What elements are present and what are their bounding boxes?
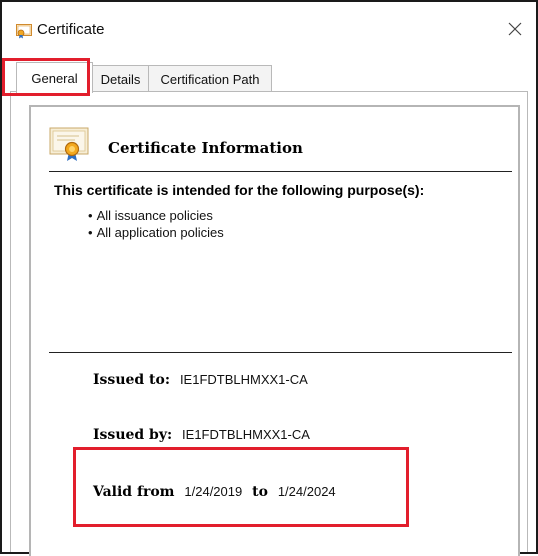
divider-top: [49, 171, 512, 172]
certificate-info-heading: Certificate Information: [108, 139, 303, 157]
issued-to-row: Issued to: IE1FDTBLHMXX1-CA: [93, 371, 308, 388]
certificate-dialog: Certificate General Details Certificatio…: [0, 0, 538, 556]
valid-from-label: Valid from: [93, 484, 175, 500]
purpose-list: All issuance policies All application po…: [88, 207, 224, 241]
tab-certification-path[interactable]: Certification Path: [148, 65, 272, 92]
close-button[interactable]: [502, 16, 528, 42]
close-icon: [508, 22, 522, 36]
valid-to-value: 1/24/2024: [277, 484, 336, 499]
issued-to-label: Issued to:: [93, 372, 171, 388]
tab-details-label: Details: [100, 71, 141, 87]
title-bar: Certificate: [2, 2, 536, 60]
issued-by-value[interactable]: IE1FDTBLHMXX1-CA: [182, 427, 310, 442]
valid-from-value: 1/24/2019: [184, 484, 243, 499]
purpose-item: All application policies: [88, 224, 224, 241]
validity-row: Valid from 1/24/2019 to 1/24/2024: [93, 483, 336, 500]
tab-details[interactable]: Details: [92, 65, 149, 92]
tab-strip: General Details Certification Path: [10, 62, 528, 93]
issued-by-row: Issued by: IE1FDTBLHMXX1-CA: [93, 426, 310, 443]
purpose-item: All issuance policies: [88, 207, 224, 224]
valid-to-label: to: [252, 484, 268, 500]
tab-certification-path-label: Certification Path: [160, 71, 260, 87]
issued-by-label: Issued by:: [93, 427, 173, 443]
certificate-badge-icon: [49, 126, 93, 162]
purpose-heading: This certificate is intended for the fol…: [54, 182, 425, 198]
tab-general-label: General: [31, 70, 78, 86]
issued-to-value[interactable]: IE1FDTBLHMXX1-CA: [180, 372, 308, 387]
window-title: Certificate: [37, 21, 105, 38]
certificate-icon: [16, 23, 32, 39]
tab-general[interactable]: General: [16, 62, 93, 93]
divider-bottom: [49, 352, 512, 353]
